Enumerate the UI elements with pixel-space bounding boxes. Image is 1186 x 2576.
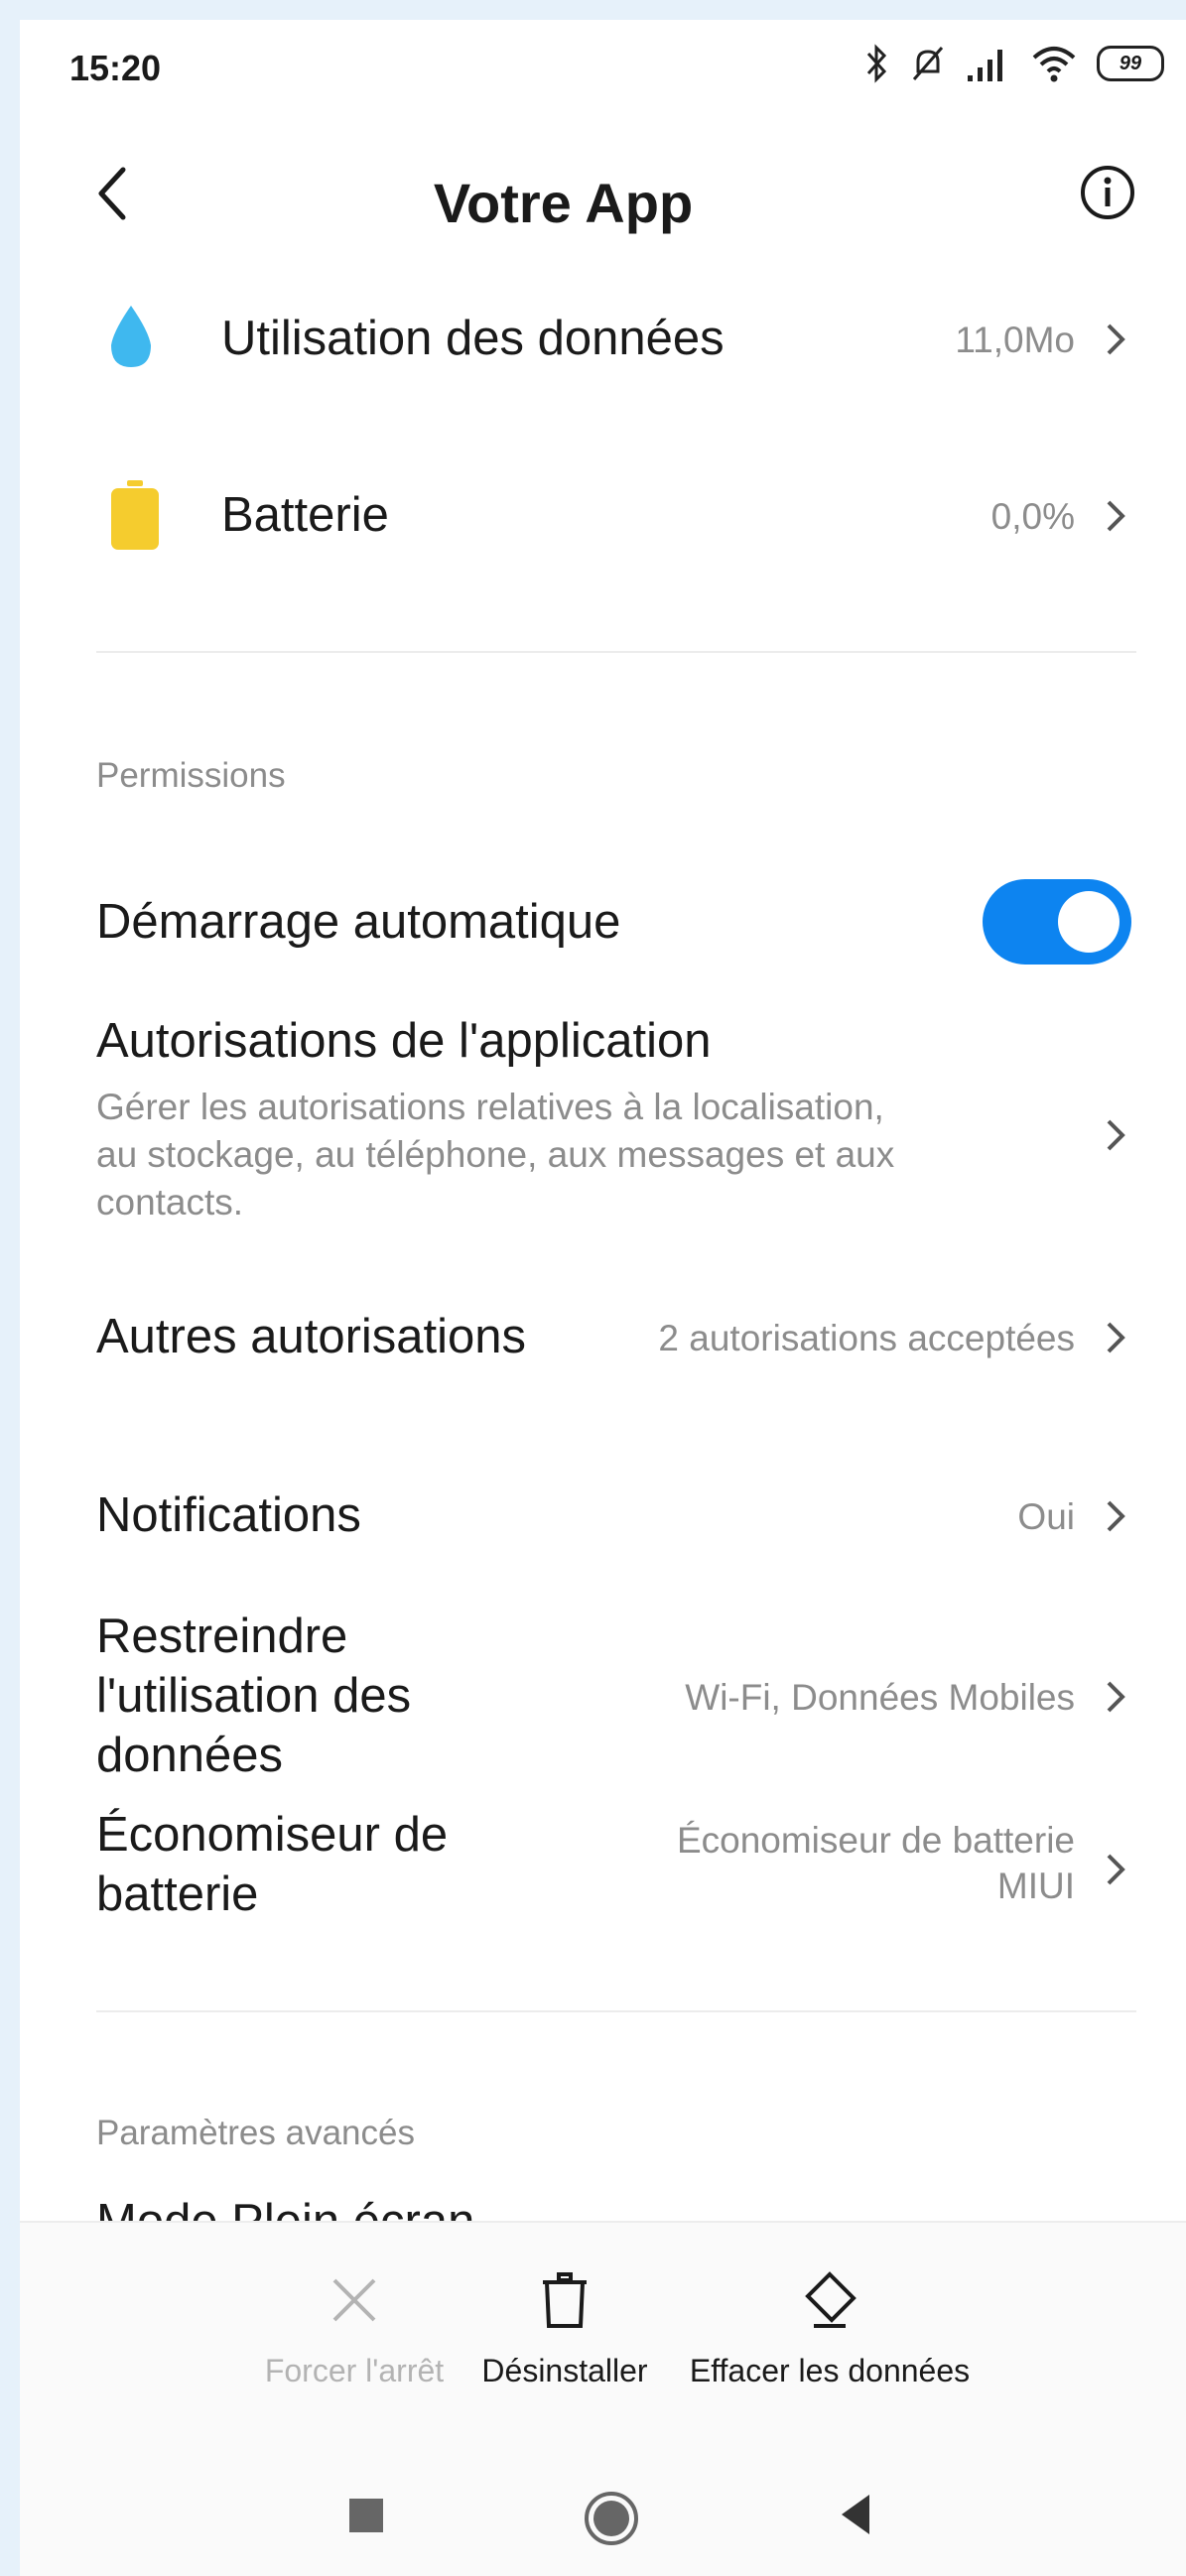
data-usage-label: Utilisation des données bbox=[221, 312, 725, 365]
chevron-right-icon bbox=[1107, 1854, 1125, 1885]
chevron-right-icon bbox=[1107, 1500, 1125, 1532]
uninstall-button[interactable]: Désinstaller bbox=[464, 2270, 665, 2389]
battery-row[interactable]: Batterie 0,0% bbox=[20, 458, 1186, 578]
autostart-label: Démarrage automatique bbox=[96, 895, 621, 949]
clear-data-label: Effacer les données bbox=[689, 2353, 971, 2388]
eraser-icon bbox=[805, 2271, 857, 2328]
battery-value: 0,0% bbox=[990, 496, 1075, 537]
other-permissions-value: 2 autorisations acceptées bbox=[658, 1318, 1075, 1358]
chevron-right-icon bbox=[1107, 323, 1125, 355]
status-bar: 15:20 99 bbox=[20, 20, 1186, 109]
restrict-data-row[interactable]: Restreindre l'utilisation des données Wi… bbox=[20, 1608, 1186, 1786]
app-permissions-row[interactable]: Autorisations de l'application Gérer les… bbox=[20, 1012, 1186, 1250]
autostart-row[interactable]: Démarrage automatique bbox=[20, 863, 1186, 982]
uninstall-label: Désinstaller bbox=[481, 2353, 648, 2388]
battery-indicator: 99 bbox=[1097, 46, 1164, 81]
back-nav-icon[interactable] bbox=[836, 2491, 875, 2538]
battery-saver-value-line2: MIUI bbox=[996, 1866, 1075, 1906]
autostart-toggle[interactable] bbox=[983, 879, 1131, 965]
bottom-action-bar: Forcer l'arrêt Désinstaller Effacer les … bbox=[20, 2221, 1186, 2467]
recents-icon[interactable] bbox=[345, 2495, 387, 2536]
water-drop-icon bbox=[111, 306, 151, 367]
clear-data-button[interactable]: Effacer les données bbox=[665, 2270, 994, 2389]
divider bbox=[96, 651, 1136, 653]
battery-label: Batterie bbox=[221, 488, 389, 542]
system-nav-bar bbox=[20, 2467, 1186, 2576]
restrict-data-value: Wi-Fi, Données Mobiles bbox=[685, 1677, 1075, 1718]
app-permissions-desc-line1: Gérer les autorisations relatives à la l… bbox=[96, 1087, 884, 1127]
section-title-permissions: Permissions bbox=[96, 756, 286, 795]
chevron-right-icon bbox=[1107, 1681, 1125, 1713]
data-usage-row[interactable]: Utilisation des données 11,0Mo bbox=[20, 280, 1186, 399]
page-title: Votre App bbox=[433, 172, 694, 234]
chevron-right-icon bbox=[1107, 1119, 1125, 1151]
home-icon[interactable] bbox=[582, 2489, 641, 2548]
divider bbox=[96, 2010, 1136, 2012]
battery-icon bbox=[111, 480, 159, 550]
info-icon[interactable] bbox=[1079, 164, 1136, 221]
battery-saver-value-line1: Économiseur de batterie bbox=[676, 1820, 1075, 1861]
section-title-advanced: Paramètres avancés bbox=[96, 2114, 415, 2152]
restrict-data-label-line3: données bbox=[96, 1729, 284, 1782]
notifications-value: Oui bbox=[1017, 1496, 1075, 1537]
other-permissions-label: Autres autorisations bbox=[96, 1310, 527, 1363]
toggle-knob bbox=[1058, 891, 1120, 953]
notifications-row[interactable]: Notifications Oui bbox=[20, 1459, 1186, 1578]
force-stop-label: Forcer l'arrêt bbox=[264, 2353, 445, 2388]
close-icon bbox=[332, 2278, 376, 2322]
app-info-screen: 15:20 99 Votre App Utilisation des donné… bbox=[20, 20, 1186, 2576]
chevron-right-icon bbox=[1107, 500, 1125, 532]
notifications-label: Notifications bbox=[96, 1488, 361, 1542]
app-header: Votre App bbox=[20, 109, 1186, 248]
battery-saver-label-line1: Économiseur de bbox=[96, 1808, 449, 1862]
restrict-data-label-line1: Restreindre bbox=[96, 1610, 348, 1663]
data-usage-value: 11,0Mo bbox=[955, 320, 1075, 360]
wifi-icon bbox=[1031, 42, 1077, 85]
signal-icon bbox=[966, 42, 1011, 85]
restrict-data-label-line2: l'utilisation des bbox=[96, 1669, 412, 1723]
force-stop-button[interactable]: Forcer l'arrêt bbox=[240, 2270, 468, 2389]
silent-bell-icon bbox=[910, 42, 946, 85]
chevron-right-icon bbox=[1107, 1322, 1125, 1353]
battery-saver-row[interactable]: Économiseur de batterie Économiseur de b… bbox=[20, 1806, 1186, 1945]
bluetooth-icon bbox=[864, 42, 890, 85]
app-permissions-desc-line3: contacts. bbox=[96, 1182, 244, 1223]
other-permissions-row[interactable]: Autres autorisations 2 autorisations acc… bbox=[20, 1280, 1186, 1399]
app-permissions-label: Autorisations de l'application bbox=[96, 1014, 712, 1068]
status-icons: 99 bbox=[864, 42, 1164, 85]
status-time: 15:20 bbox=[69, 48, 162, 88]
trash-icon bbox=[543, 2272, 587, 2328]
battery-saver-label-line2: batterie bbox=[96, 1868, 259, 1921]
app-permissions-desc-line2: au stockage, au téléphone, aux messages … bbox=[96, 1134, 895, 1175]
